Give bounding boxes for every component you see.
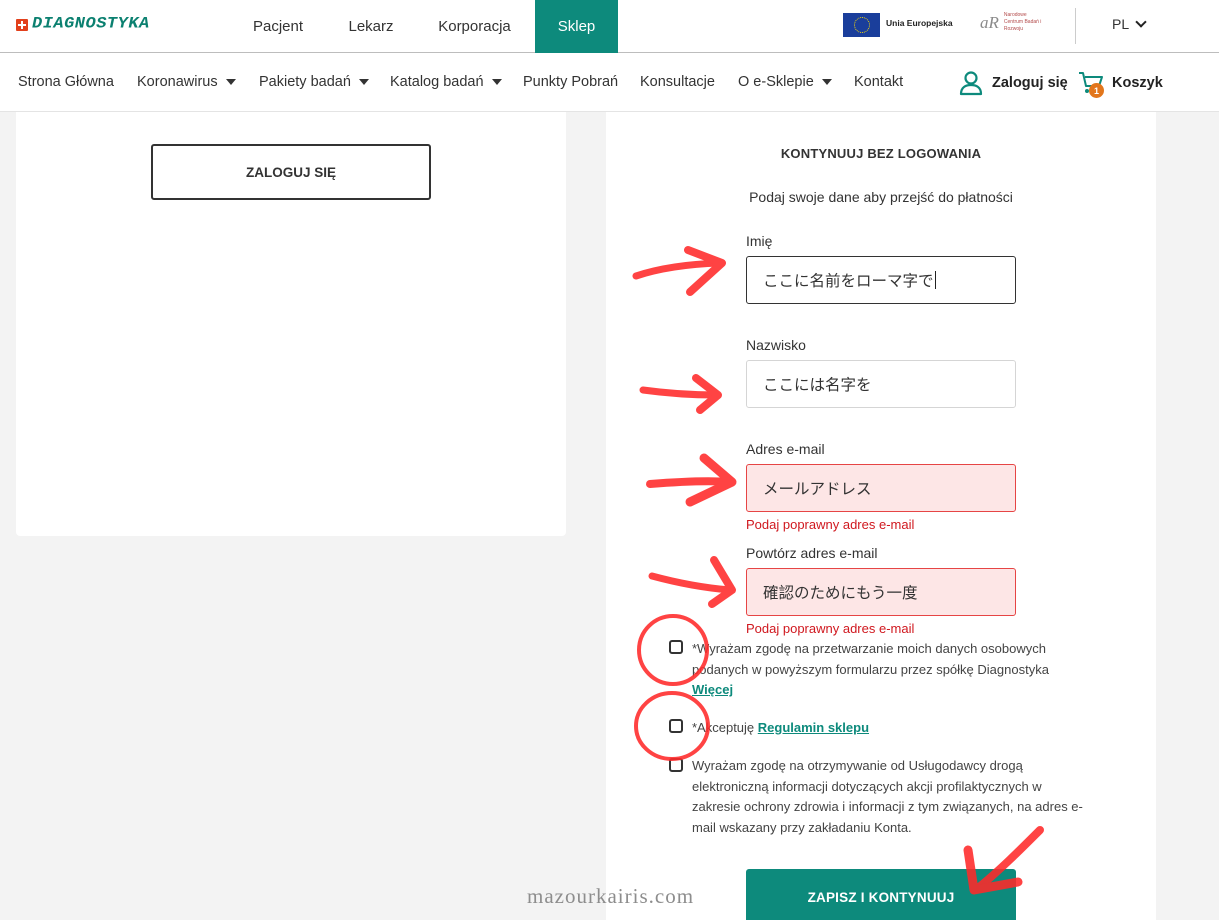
- terms-text: *Akceptuję Regulamin sklepu: [692, 718, 1087, 739]
- nav-konsultacje[interactable]: Konsultacje: [640, 74, 715, 90]
- eu-flag-icon: [843, 13, 880, 37]
- save-continue-button[interactable]: ZAPISZ I KONTYNUUJ: [746, 869, 1016, 920]
- cart-count-badge: 1: [1089, 83, 1104, 98]
- nav-label: Punkty Pobrań: [523, 74, 619, 90]
- email-value: メールアドレス: [763, 480, 872, 498]
- first-name-label: Imię: [746, 233, 773, 249]
- ncbr-logo: aR Narodowe Centrum Badań i Rozwoju: [980, 12, 1044, 33]
- main-nav: Strona Główna Koronawirus Pakiety badań …: [0, 53, 1219, 112]
- nav-label: Katalog badań: [390, 74, 484, 90]
- consent-data-checkbox[interactable]: [669, 640, 683, 654]
- last-name-value: ここには名字を: [763, 376, 872, 394]
- first-name-value: ここに名前をローマ字で: [763, 272, 934, 290]
- nav-label: O e-Sklepie: [738, 74, 814, 90]
- chevron-down-icon: [1135, 16, 1147, 28]
- login-button[interactable]: ZALOGUJ SIĘ: [151, 144, 431, 200]
- diagnostyka-logo[interactable]: DIAGNOSTYKA: [16, 15, 150, 34]
- text-cursor: [934, 271, 936, 289]
- top-bar: DIAGNOSTYKA Pacjent Lekarz Korporacja Sk…: [0, 0, 1219, 53]
- email-repeat-label: Powtórz adres e-mail: [746, 545, 878, 561]
- nav-label: Strona Główna: [18, 74, 114, 90]
- nav-o-e-sklepie[interactable]: O e-Sklepie: [738, 74, 832, 90]
- marketing-checkbox[interactable]: [669, 758, 683, 772]
- first-name-field[interactable]: ここに名前をローマ字で: [746, 256, 1016, 304]
- user-icon: [959, 71, 983, 96]
- terms-checkbox[interactable]: [669, 719, 683, 733]
- marketing-text: Wyrażam zgodę na otrzymywanie od Usługod…: [692, 758, 1083, 835]
- logo-text: DIAGNOSTYKA: [32, 15, 150, 34]
- nav-punkty-pobran[interactable]: Punkty Pobrań: [523, 74, 618, 90]
- guest-checkout-panel: KONTYNUUJ BEZ LOGOWANIA Podaj swoje dane…: [606, 112, 1156, 920]
- email-repeat-field[interactable]: 確認のためにもう一度: [746, 568, 1016, 616]
- terms-link[interactable]: Regulamin sklepu: [758, 720, 869, 735]
- cart-icon: 1: [1078, 70, 1104, 98]
- consent-data-text: *Wyrażam zgodę na przetwarzanie moich da…: [692, 639, 1087, 701]
- nav-label: Konsultacje: [640, 74, 715, 90]
- ncbr-text: Narodowe Centrum Badań i Rozwoju: [1003, 12, 1042, 32]
- language-selector[interactable]: PL: [1112, 16, 1147, 32]
- eu-label: Unia Europejska: [886, 18, 953, 28]
- email-error: Podaj poprawny adres e-mail: [746, 517, 915, 532]
- cart-label: Koszyk: [1112, 75, 1163, 91]
- login-panel: ZALOGUJ SIĘ: [16, 112, 566, 536]
- panel-subtitle: Podaj swoje dane aby przejść do płatnośc…: [749, 189, 1013, 205]
- tab-pacjent[interactable]: Pacjent: [228, 0, 328, 53]
- nav-kontakt[interactable]: Kontakt: [854, 74, 903, 90]
- divider: [1075, 8, 1076, 44]
- cart-link[interactable]: 1 Koszyk: [1078, 70, 1163, 98]
- tab-lekarz[interactable]: Lekarz: [328, 0, 414, 53]
- top-nav: Pacjent Lekarz Korporacja Sklep: [228, 0, 618, 53]
- terms-label: *Akceptuję: [692, 720, 758, 735]
- last-name-field[interactable]: ここには名字を: [746, 360, 1016, 408]
- email-repeat-error: Podaj poprawny adres e-mail: [746, 621, 915, 636]
- login-link[interactable]: Zaloguj się: [958, 70, 1068, 96]
- nav-label: Pakiety badań: [259, 74, 351, 90]
- caret-down-icon: [358, 79, 369, 85]
- email-field[interactable]: メールアドレス: [746, 464, 1016, 512]
- ncbr-mark-icon: aR: [980, 12, 999, 32]
- caret-down-icon: [491, 79, 502, 85]
- email-repeat-value: 確認のためにもう一度: [763, 584, 918, 602]
- nav-strona-glowna[interactable]: Strona Główna: [18, 74, 114, 90]
- nav-pakiety-badan[interactable]: Pakiety badań: [259, 74, 369, 90]
- caret-down-icon: [225, 79, 236, 85]
- watermark: mazourkairis.com: [527, 884, 695, 908]
- language-label: PL: [1112, 16, 1130, 32]
- consent-more-link[interactable]: Więcej: [692, 682, 733, 697]
- consent-data-label: *Wyrażam zgodę na przetwarzanie moich da…: [692, 641, 1049, 677]
- logo-cross-icon: [16, 18, 28, 31]
- last-name-label: Nazwisko: [746, 337, 806, 353]
- tab-korporacja[interactable]: Korporacja: [414, 0, 535, 53]
- nav-katalog-badan[interactable]: Katalog badań: [390, 74, 502, 90]
- caret-down-icon: [821, 79, 832, 85]
- email-label: Adres e-mail: [746, 441, 825, 457]
- nav-label: Kontakt: [854, 74, 904, 90]
- panel-title: KONTYNUUJ BEZ LOGOWANIA: [780, 146, 982, 161]
- tab-sklep[interactable]: Sklep: [535, 0, 618, 53]
- nav-koronawirus[interactable]: Koronawirus: [137, 74, 236, 90]
- login-label: Zaloguj się: [992, 75, 1068, 91]
- nav-label: Koronawirus: [137, 74, 218, 90]
